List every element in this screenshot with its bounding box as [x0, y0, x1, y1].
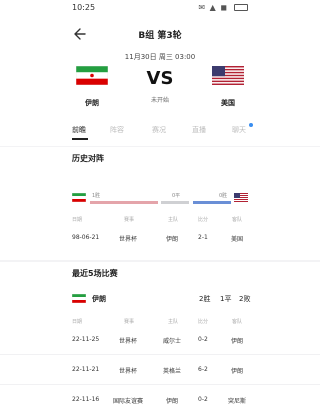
- draws-label: 0平: [172, 193, 181, 199]
- usa-flag-icon: [212, 66, 244, 85]
- home-team[interactable]: 伊朗: [72, 65, 112, 108]
- recent-section: 最近5场比赛 伊朗 2胜 1平 2败 日期 赛事 主队 比分 客队 22-11-…: [0, 262, 320, 417]
- row-score: 6-2: [198, 366, 208, 373]
- row-date: 22-11-16: [72, 396, 100, 403]
- row-away: 伊朗: [231, 338, 244, 345]
- match-header: B组 第3轮 11月30日 周三 03:00 伊朗 VS 未开始 美国 前瞻 阵…: [0, 16, 320, 146]
- away-wins-bar: [193, 201, 231, 204]
- tab-preview[interactable]: 前瞻: [72, 125, 86, 135]
- recent-team-name: 伊朗: [92, 295, 106, 303]
- col-date: 日期: [72, 217, 83, 223]
- row-home: 英格兰: [163, 368, 182, 375]
- draws-bar: [161, 201, 189, 204]
- recent-wins: 2胜: [199, 295, 211, 303]
- tab-underline: [72, 138, 88, 140]
- away-team-name: 美国: [221, 99, 235, 107]
- row-away: 伊朗: [231, 368, 244, 375]
- row-home: 伊朗: [166, 398, 179, 405]
- tab-match-status[interactable]: 赛况: [152, 125, 166, 135]
- row-home: 威尔士: [163, 338, 182, 345]
- iran-flag-small-icon: [72, 193, 86, 202]
- status-icons: ✉ ▲ ◼: [198, 3, 228, 12]
- home-wins-bar: [90, 201, 158, 204]
- row-home: 伊朗: [166, 236, 179, 243]
- status-time: 10:25: [72, 3, 96, 12]
- row-away: 突尼斯: [228, 398, 247, 405]
- col-home: 主队: [168, 217, 179, 223]
- col-competition: 赛事: [124, 217, 135, 223]
- col-away: 客队: [232, 217, 243, 223]
- row-competition: 国际友谊赛: [113, 398, 144, 405]
- row-score: 0-2: [198, 336, 208, 343]
- row-competition: 世界杯: [119, 368, 138, 375]
- iran-flag-small-icon: [72, 294, 86, 303]
- table-row[interactable]: 22-11-21 世界杯 英格兰 6-2 伊朗: [0, 364, 320, 378]
- h2h-title: 历史对阵: [72, 154, 104, 163]
- col-score: 比分: [198, 319, 209, 325]
- table-row[interactable]: 22-11-16 国际友谊赛 伊朗 0-2 突尼斯: [0, 394, 320, 408]
- home-wins-label: 1胜: [92, 193, 101, 199]
- h2h-body: 1胜 0平 0胜 日期 赛事 主队 比分 客队 98-06-21 世界杯 伊朗 …: [0, 176, 320, 260]
- row-score: 2-1: [198, 234, 208, 241]
- col-score: 比分: [198, 217, 209, 223]
- match-status: 未开始: [150, 97, 169, 104]
- iran-flag-icon: [75, 65, 109, 86]
- page-title: B组 第3轮: [138, 31, 182, 41]
- row-score: 0-2: [198, 396, 208, 403]
- tab-chat-badge: [249, 123, 253, 127]
- tab-lineup[interactable]: 阵容: [110, 125, 124, 135]
- table-row[interactable]: 22-11-25 世界杯 威尔士 0-2 伊朗: [0, 334, 320, 348]
- home-team-name: 伊朗: [85, 99, 99, 107]
- row-date: 22-11-25: [72, 336, 100, 343]
- recent-losses: 2败: [239, 295, 251, 303]
- row-date: 22-11-21: [72, 366, 100, 373]
- row-date: 98-06-21: [72, 234, 100, 241]
- col-home: 主队: [168, 319, 179, 325]
- recent-title: 最近5场比赛: [72, 269, 118, 278]
- tab-chat[interactable]: 聊天: [232, 125, 246, 135]
- vs-label: VS: [146, 68, 174, 89]
- row-divider: [0, 354, 320, 355]
- row-competition: 世界杯: [119, 338, 138, 345]
- col-away: 客队: [232, 319, 243, 325]
- away-team[interactable]: 美国: [208, 66, 248, 108]
- tab-live[interactable]: 直播: [192, 125, 206, 135]
- table-row[interactable]: 98-06-21 世界杯 伊朗 2-1 美国: [0, 232, 320, 246]
- usa-flag-small-icon: [234, 193, 248, 202]
- col-competition: 赛事: [124, 319, 135, 325]
- row-divider: [0, 384, 320, 385]
- match-datetime: 11月30日 周三 03:00: [124, 53, 196, 61]
- recent-draws: 1平: [220, 295, 232, 303]
- away-wins-label: 0胜: [219, 193, 228, 199]
- col-date: 日期: [72, 319, 83, 325]
- battery-icon: [234, 4, 248, 11]
- row-away: 美国: [231, 236, 244, 243]
- status-bar: 10:25 ✉ ▲ ◼: [0, 0, 320, 16]
- row-competition: 世界杯: [119, 236, 138, 243]
